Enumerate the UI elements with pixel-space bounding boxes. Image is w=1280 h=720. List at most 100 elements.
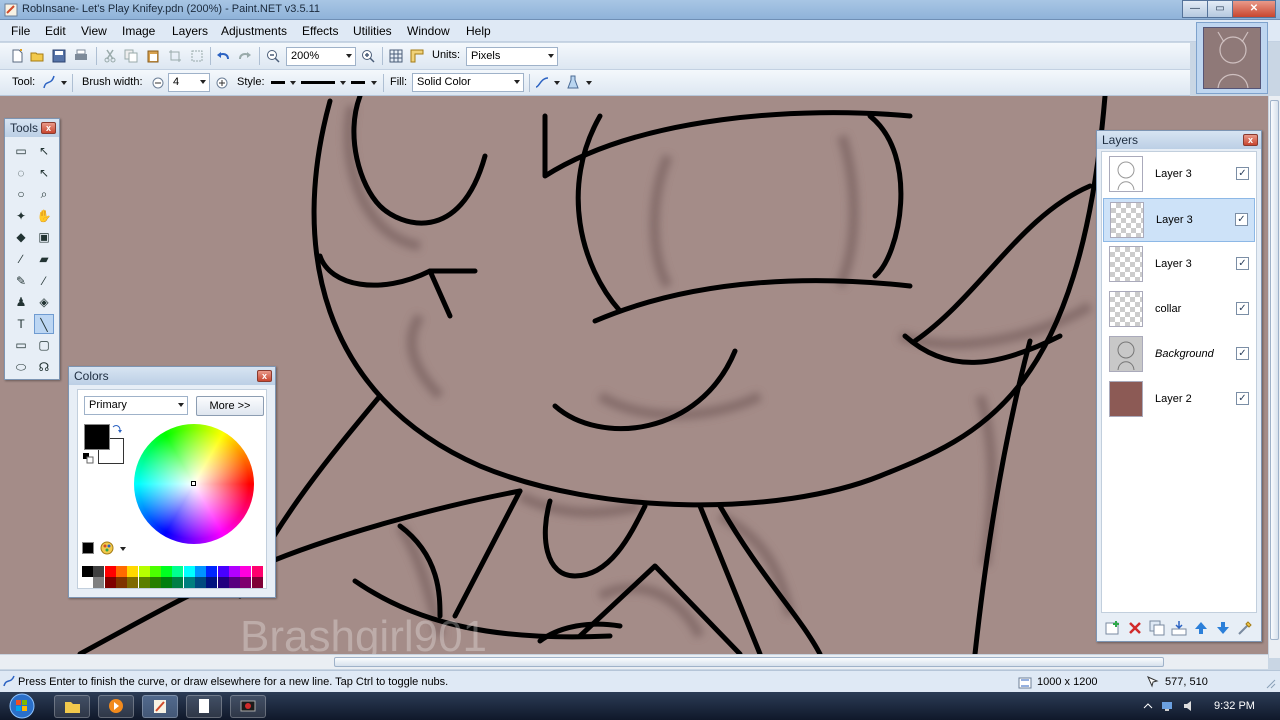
start-button-icon[interactable] [8, 693, 36, 719]
ellipse-tool-icon[interactable]: ⬭ [11, 357, 31, 377]
palette-swatch[interactable] [228, 577, 240, 588]
palette-swatch[interactable] [240, 577, 252, 588]
color-mode-combo[interactable]: Primary [84, 396, 188, 415]
menu-window[interactable]: Window [407, 24, 450, 38]
menu-image[interactable]: Image [122, 24, 155, 38]
chevron-down-icon[interactable] [290, 81, 296, 85]
text-tool-icon[interactable]: T [11, 314, 31, 334]
taskbar-media-button[interactable] [98, 695, 134, 718]
line-dash-style[interactable] [301, 81, 335, 84]
image-tab-thumbnail[interactable] [1196, 22, 1268, 94]
magic-wand-tool-icon[interactable]: ✦ [11, 206, 31, 226]
palette-swatch[interactable] [195, 577, 206, 588]
palette-swatch[interactable] [127, 577, 139, 588]
zoom-in-icon[interactable] [361, 49, 375, 63]
chevron-down-icon[interactable] [340, 81, 346, 85]
palette-swatch[interactable] [251, 577, 263, 588]
layer-row[interactable]: collar ✓ [1103, 288, 1255, 332]
taskbar-explorer-button[interactable] [54, 695, 90, 718]
palette-swatch[interactable] [115, 577, 127, 588]
clone-stamp-tool-icon[interactable]: ♟ [11, 292, 31, 312]
layer-visibility-checkbox[interactable]: ✓ [1236, 392, 1249, 405]
palette-icon[interactable] [100, 541, 114, 555]
volume-icon[interactable] [1182, 699, 1196, 713]
line-start-style[interactable] [271, 81, 285, 84]
menu-adjustments[interactable]: Adjustments [221, 24, 287, 38]
menu-file[interactable]: File [11, 24, 30, 38]
layer-row[interactable]: Layer 3 ✓ [1103, 153, 1255, 197]
layer-visibility-checkbox[interactable]: ✓ [1236, 347, 1249, 360]
palette-swatch[interactable] [172, 577, 184, 588]
palette-swatch[interactable] [149, 566, 161, 577]
crop-to-selection-icon[interactable] [168, 49, 182, 63]
tools-panel-close-button[interactable]: x [41, 122, 56, 134]
fill-combo[interactable]: Solid Color [412, 73, 524, 92]
layer-row[interactable]: Layer 3 ✓ [1103, 243, 1255, 287]
palette-swatch[interactable] [93, 577, 105, 588]
palette-swatch[interactable] [217, 577, 229, 588]
palette-swatch[interactable] [104, 577, 116, 588]
palette-swatch[interactable] [93, 566, 105, 577]
print-icon[interactable] [74, 49, 88, 63]
increase-width-icon[interactable] [215, 76, 229, 90]
eraser-tool-icon[interactable]: ▰ [34, 249, 54, 269]
layers-panel-close-button[interactable]: x [1243, 134, 1258, 146]
open-file-icon[interactable] [30, 49, 44, 63]
pan-tool-icon[interactable]: ✋ [34, 206, 54, 226]
menu-utilities[interactable]: Utilities [353, 24, 392, 38]
color-wheel-cursor[interactable] [191, 481, 196, 486]
paste-icon[interactable] [146, 49, 160, 63]
palette-swatch[interactable] [161, 566, 173, 577]
move-layer-up-icon[interactable] [1193, 620, 1209, 636]
layer-visibility-checkbox[interactable]: ✓ [1236, 167, 1249, 180]
blend-mode-icon[interactable] [566, 75, 580, 89]
recolor-tool-icon[interactable]: ◈ [34, 292, 54, 312]
add-to-palette-icon[interactable] [82, 542, 94, 554]
zoom-combo[interactable]: 200% [286, 47, 356, 66]
add-layer-icon[interactable] [1105, 620, 1121, 636]
menu-effects[interactable]: Effects [302, 24, 338, 38]
layer-visibility-checkbox[interactable]: ✓ [1236, 302, 1249, 315]
menu-help[interactable]: Help [466, 24, 491, 38]
rectangle-select-tool-icon[interactable]: ▭ [11, 141, 31, 161]
cut-icon[interactable] [103, 49, 117, 63]
antialiasing-icon[interactable] [535, 75, 549, 89]
menu-edit[interactable]: Edit [45, 24, 66, 38]
palette-swatch[interactable] [228, 566, 240, 577]
redo-icon[interactable] [238, 49, 252, 63]
line-end-style[interactable] [351, 81, 365, 84]
network-icon[interactable] [1160, 699, 1174, 713]
rounded-rectangle-tool-icon[interactable]: ▢ [34, 335, 54, 355]
lasso-select-tool-icon[interactable]: ◌ [11, 163, 31, 183]
paint-bucket-tool-icon[interactable]: ◆ [11, 227, 31, 247]
palette-swatch[interactable] [240, 566, 252, 577]
merge-layer-down-icon[interactable] [1171, 620, 1187, 636]
palette-swatch[interactable] [82, 566, 93, 577]
taskbar-app-button-2[interactable] [230, 695, 266, 718]
freeform-shape-tool-icon[interactable]: ☊ [34, 357, 54, 377]
undo-icon[interactable] [216, 49, 230, 63]
colors-panel-close-button[interactable]: x [257, 370, 272, 382]
delete-layer-icon[interactable] [1127, 620, 1143, 636]
close-button[interactable]: ✕ [1232, 0, 1276, 18]
grid-icon[interactable] [389, 49, 403, 63]
primary-color-swatch[interactable] [84, 424, 110, 450]
palette-swatch[interactable] [104, 566, 116, 577]
palette-swatch[interactable] [206, 566, 218, 577]
color-picker-tool-icon[interactable]: ⁄ [34, 271, 54, 291]
vertical-scroll-thumb[interactable] [1270, 100, 1279, 640]
layer-row[interactable]: Layer 3 ✓ [1103, 198, 1255, 242]
menu-layers[interactable]: Layers [172, 24, 208, 38]
chevron-down-icon[interactable] [371, 81, 377, 85]
chevron-down-icon[interactable] [120, 547, 126, 551]
menu-view[interactable]: View [81, 24, 107, 38]
layer-visibility-checkbox[interactable]: ✓ [1236, 257, 1249, 270]
chevron-down-icon[interactable] [554, 81, 560, 85]
layer-row[interactable]: Layer 2 ✓ [1103, 378, 1255, 422]
layer-row[interactable]: Background ✓ [1103, 333, 1255, 377]
more-colors-button[interactable]: More >> [196, 396, 264, 416]
vertical-scrollbar[interactable] [1268, 96, 1280, 658]
chevron-down-icon[interactable] [586, 81, 592, 85]
zoom-tool-icon[interactable]: ⌕ [34, 184, 54, 204]
palette-swatch[interactable] [138, 577, 150, 588]
